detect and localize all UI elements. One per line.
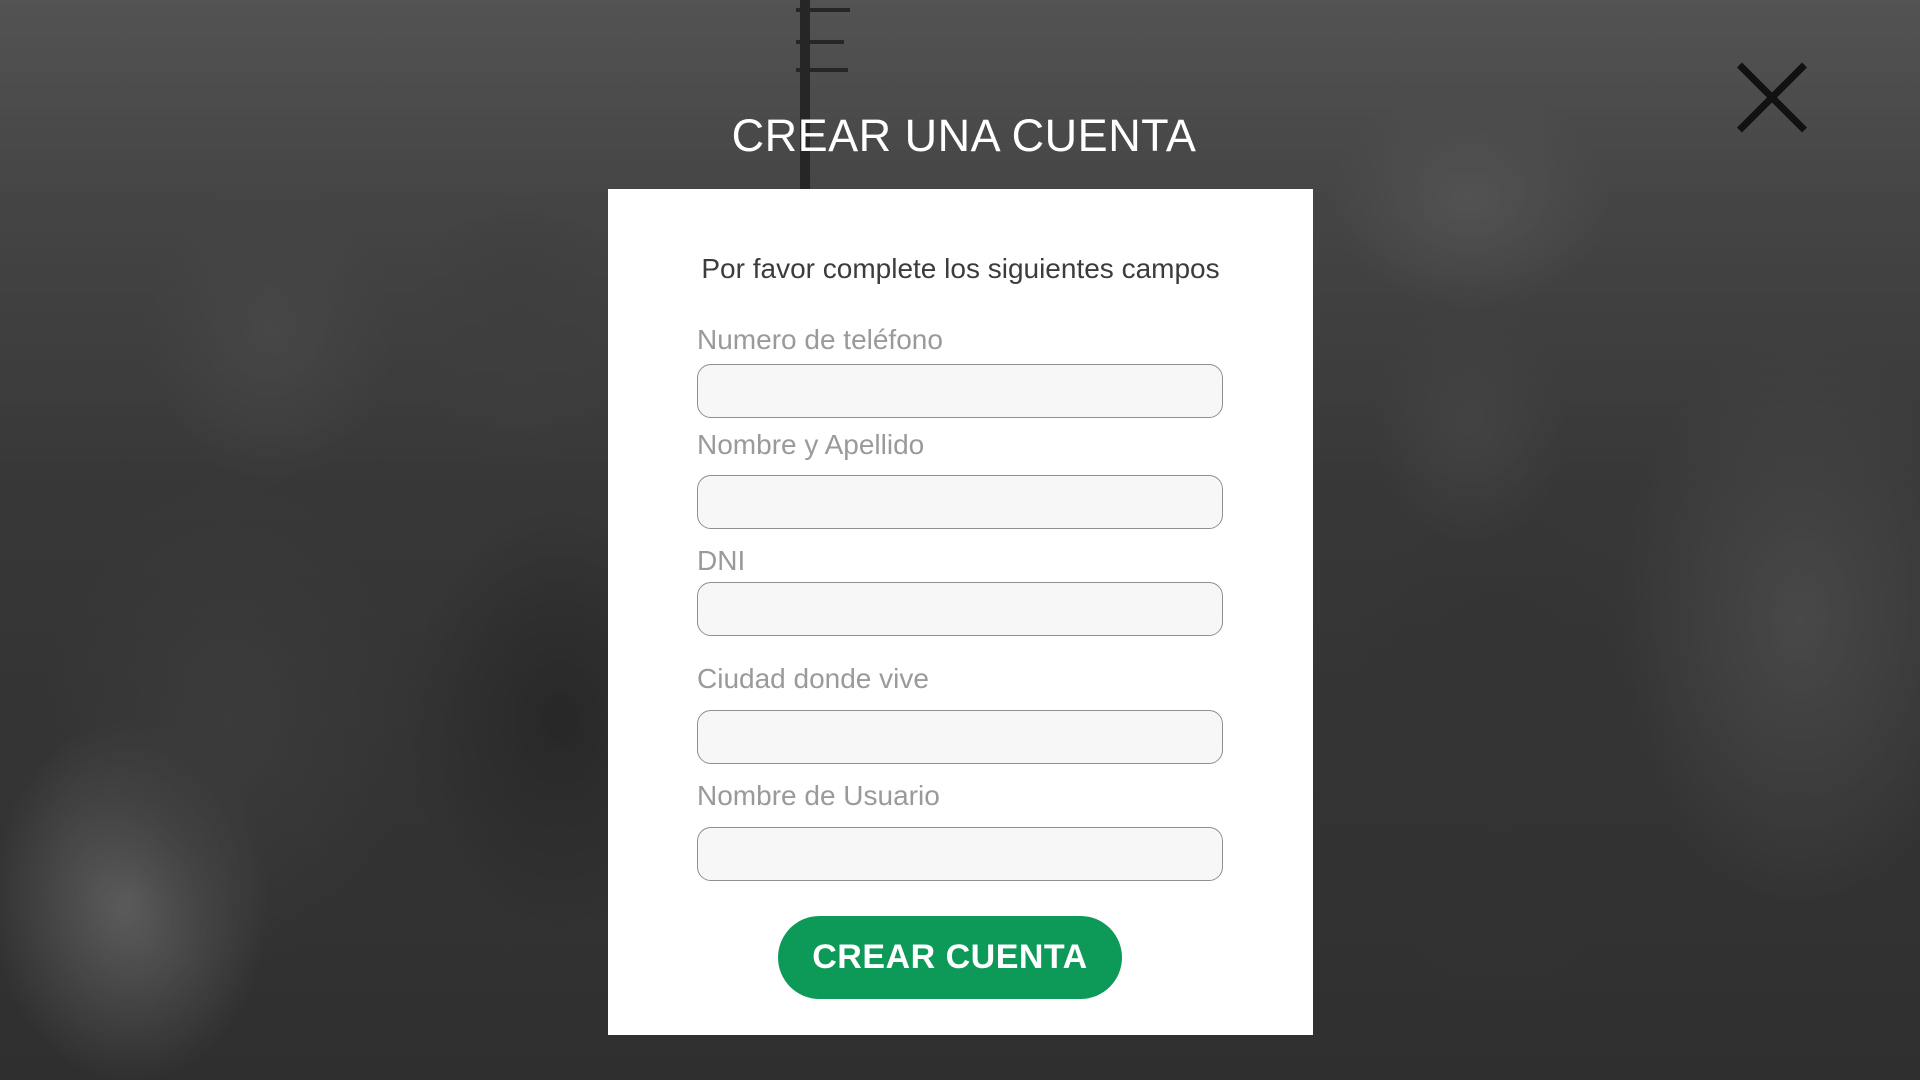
phone-field[interactable] [697, 364, 1223, 418]
full-name-field[interactable] [697, 475, 1223, 529]
app-screen: CREAR UNA CUENTA Por favor complete los … [0, 0, 1920, 1080]
form-instructions: Por favor complete los siguientes campos [701, 253, 1220, 284]
username-field-label: Nombre de Usuario [697, 780, 940, 811]
signup-form-panel: Por favor complete los siguientes campos… [608, 189, 1313, 1035]
phone-field-label: Numero de teléfono [697, 324, 943, 355]
create-account-button[interactable]: CREAR CUENTA [778, 916, 1122, 999]
dni-field-label: DNI [697, 545, 746, 576]
username-field[interactable] [697, 827, 1223, 881]
dni-field[interactable] [697, 582, 1223, 636]
full-name-field-label: Nombre y Apellido [697, 429, 925, 460]
modal-title: CREAR UNA CUENTA [731, 110, 1197, 161]
close-button[interactable] [1732, 58, 1812, 138]
city-field[interactable] [697, 710, 1223, 764]
city-field-label: Ciudad donde vive [697, 663, 929, 694]
